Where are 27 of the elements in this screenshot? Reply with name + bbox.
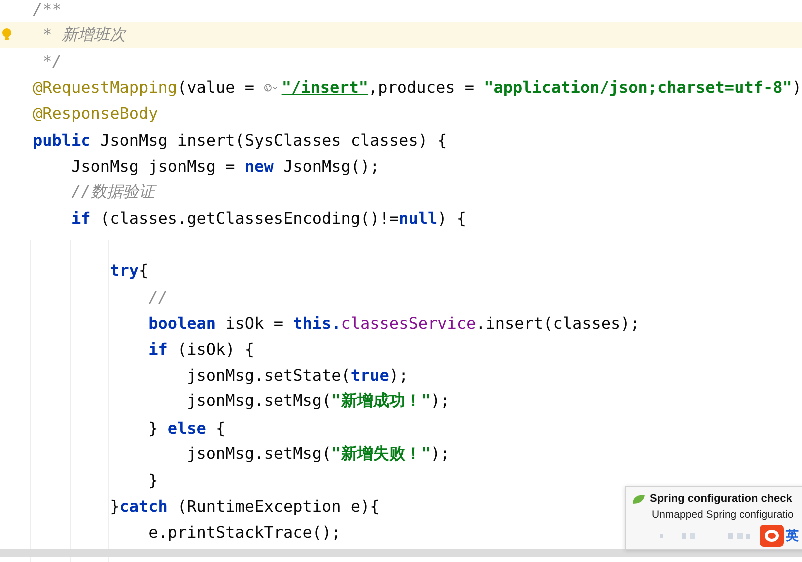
code-line: @ResponseBody	[33, 104, 158, 124]
code-line: try{	[110, 261, 149, 280]
code-line: //数据验证	[72, 182, 155, 203]
horizontal-scrollbar[interactable]	[0, 549, 802, 557]
code-line: }	[148, 470, 158, 490]
code-line: //	[148, 288, 168, 307]
code-line: }catch (RuntimeException e){	[110, 497, 380, 516]
code-line: @RequestMapping(value =	[33, 78, 256, 98]
code-line: * 新增班次	[42, 24, 126, 46]
notification-message: Unmapped Spring configuratio	[652, 509, 795, 521]
code-line: JsonMsg jsonMsg = new JsonMsg();	[72, 156, 380, 176]
code-line: e.printStackTrace();	[148, 523, 342, 542]
code-line: */	[42, 52, 62, 71]
notification-title: Spring configuration check	[650, 493, 792, 505]
code-line: if (isOk) {	[148, 340, 255, 360]
code-line: "/insert",produces = "application/json;charset=utf-8")	[282, 78, 802, 98]
code-line: jsonMsg.setState(true);	[187, 366, 409, 386]
code-line: /**	[33, 0, 62, 19]
input-mode-label[interactable]: 英	[786, 527, 799, 545]
code-line: boolean isOk = this.classesService.insert(classes);	[148, 314, 640, 333]
leaf-icon	[632, 494, 646, 504]
code-line: public JsonMsg insert(SysClasses classes) {	[33, 130, 448, 150]
code-line: jsonMsg.setMsg("新增失败！");	[187, 444, 450, 465]
input-method-icon[interactable]	[760, 525, 784, 547]
code-line: jsonMsg.setMsg("新增成功！");	[187, 391, 450, 412]
code-line: if (classes.getClassesEncoding()!=null) {	[72, 209, 466, 228]
code-line: } else {	[148, 418, 226, 438]
